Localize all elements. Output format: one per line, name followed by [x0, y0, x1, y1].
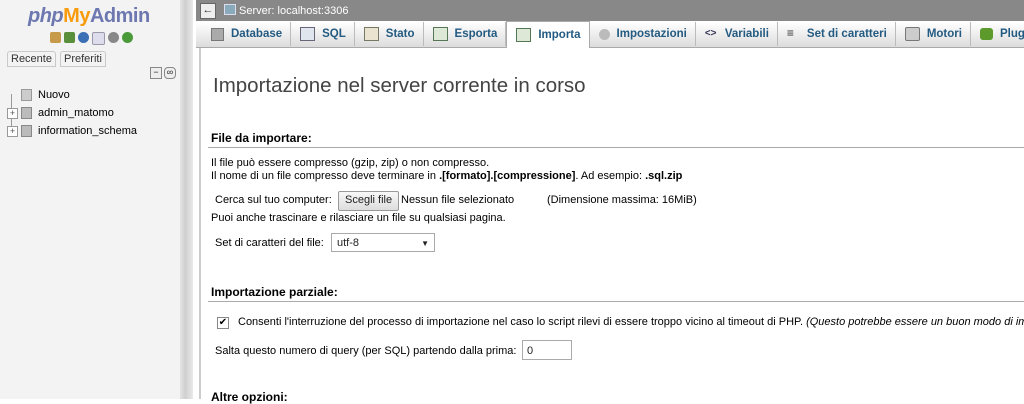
tab-favorites[interactable]: Preferiti [59, 51, 106, 67]
gear-icon[interactable] [108, 32, 119, 43]
home-icon[interactable] [50, 32, 61, 43]
navigation-panel: phpMyAdmin Recente Preferiti − ∞ Nuovo +… [0, 0, 180, 399]
new-database-icon [21, 89, 32, 101]
drag-drop-hint: Puoi anche trascinare e rilasciare un fi… [211, 212, 506, 224]
file-status: Nessun file selezionato [401, 194, 515, 206]
tab-sql[interactable]: SQL [291, 22, 355, 46]
collapse-all-icon[interactable]: − [150, 67, 162, 79]
server-breadcrumb[interactable]: Server: localhost:3306 [224, 4, 348, 17]
tab-plugin[interactable]: Plugin [971, 22, 1024, 46]
tree-item-information-schema[interactable]: + information_schema [0, 122, 137, 140]
engines-icon [904, 27, 920, 41]
allow-interrupt-label[interactable]: Consenti l'interruzione del processo di … [238, 316, 1024, 328]
settings-icon [598, 28, 610, 40]
sidebar-resize-handle[interactable] [180, 0, 193, 399]
skip-queries-label: Salta questo numero di query (per SQL) p… [215, 345, 517, 357]
tab-variables[interactable]: <> Variabili [696, 22, 778, 46]
expand-icon[interactable]: + [7, 108, 18, 119]
compressed-name-info: Il nome di un file compresso deve termin… [211, 170, 683, 182]
tree-item-new[interactable]: Nuovo [0, 86, 137, 104]
server-icon [224, 4, 236, 15]
sql-icon [300, 27, 316, 41]
tree-item-admin-matomo[interactable]: + admin_matomo [0, 104, 137, 122]
chevron-down-icon: ▼ [421, 239, 429, 248]
plugin-icon [979, 28, 993, 40]
charset-label: Set di caratteri del file: [215, 237, 324, 249]
phpmyadmin-logo[interactable]: phpMyAdmin [28, 5, 150, 28]
status-icon [363, 27, 379, 41]
tab-export[interactable]: Esporta [424, 22, 507, 46]
reload-icon[interactable] [122, 32, 133, 43]
tab-recent[interactable]: Recente [7, 51, 56, 67]
export-icon [432, 27, 448, 41]
charset-select[interactable]: utf-8 ▼ [331, 233, 435, 252]
tab-database[interactable]: Database [196, 22, 292, 46]
page-title: Importazione nel server corrente in cors… [213, 74, 586, 97]
section-divider [208, 147, 1024, 148]
main-tab-bar: Database SQL Stato Esporta Importa Impos… [196, 21, 1024, 48]
logout-icon[interactable] [64, 32, 75, 43]
database-icon [21, 107, 32, 119]
skip-queries-input[interactable]: 0 [522, 340, 572, 360]
help-icon[interactable] [78, 32, 89, 43]
back-button[interactable]: ← [200, 3, 216, 19]
import-icon [516, 28, 532, 42]
tab-charset[interactable]: ≡ Set di caratteri [778, 22, 896, 46]
other-options-legend: Altre opzioni: [211, 390, 288, 404]
tab-engines[interactable]: Motori [896, 22, 971, 46]
database-icon [211, 27, 224, 41]
tree-item-label: Nuovo [38, 89, 70, 101]
content-left-border [199, 48, 201, 399]
tree-item-label: information_schema [38, 125, 138, 137]
partial-section-legend: Importazione parziale: [211, 285, 338, 299]
tab-settings[interactable]: Impostazioni [590, 22, 696, 46]
browse-label: Cerca sul tuo computer: [215, 194, 332, 206]
tree-item-label: admin_matomo [38, 107, 114, 119]
variables-icon: <> [704, 28, 717, 39]
server-breadcrumb-bar: ← Server: localhost:3306 [196, 0, 1024, 21]
max-size-note: (Dimensione massima: 16MiB) [547, 194, 697, 206]
allow-interrupt-checkbox[interactable]: ✔ [217, 317, 229, 329]
section-divider [208, 301, 1024, 302]
link-with-main-icon[interactable]: ∞ [164, 67, 176, 79]
choose-file-button[interactable]: Scegli file [338, 191, 400, 211]
charset-icon: ≡ [786, 26, 794, 40]
docs-icon[interactable] [92, 32, 105, 45]
expand-icon[interactable]: + [7, 126, 18, 137]
database-tree: Nuovo + admin_matomo + information_schem… [0, 86, 137, 140]
import-page: Importazione nel server corrente in cors… [196, 48, 1024, 404]
tab-import[interactable]: Importa [506, 21, 590, 48]
tab-status[interactable]: Stato [355, 22, 424, 46]
database-icon [21, 125, 32, 137]
compression-info: Il file può essere compresso (gzip, zip)… [211, 157, 490, 169]
file-section-legend: File da importare: [211, 131, 312, 145]
quick-links [50, 32, 133, 45]
